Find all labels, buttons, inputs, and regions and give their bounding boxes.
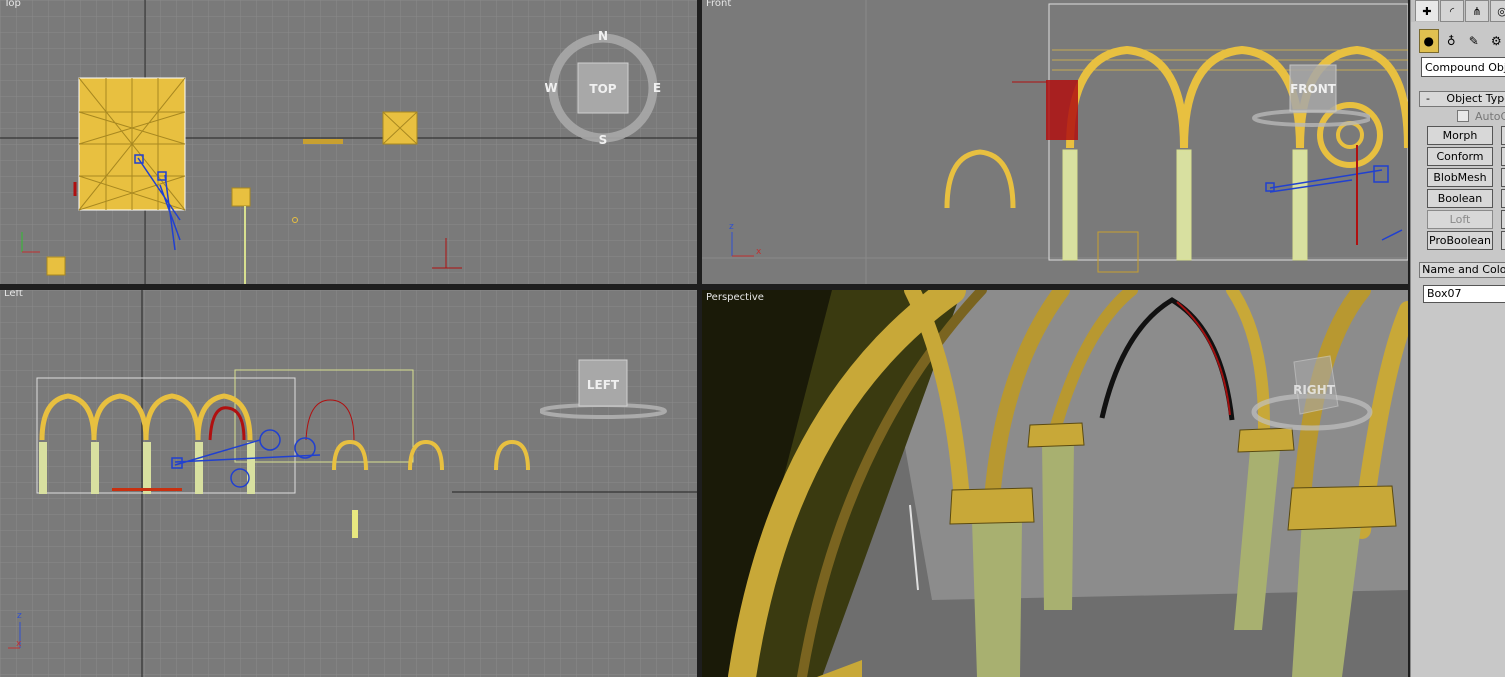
compass-w: W [545,81,558,95]
scatter-button[interactable] [1501,126,1505,145]
viewcube-front[interactable]: FRONT [1250,60,1370,130]
loft-button[interactable]: Loft [1427,210,1493,229]
create-category-row: ● ♁ ✎ ⚙ [1419,29,1505,53]
conform-button[interactable]: Conform [1427,147,1493,166]
create-icon[interactable]: ✚ [1415,0,1439,21]
viewport-perspective[interactable]: Perspective RIGHT [702,290,1408,677]
lights-icon[interactable]: ✎ [1464,29,1484,53]
geometry-icon[interactable]: ● [1419,29,1439,53]
front-red-panel [1046,80,1078,140]
shapes-icon[interactable]: ♁ [1442,29,1462,53]
viewport-label-left[interactable]: Left [4,290,23,299]
svg-text:z: z [17,611,22,621]
morph-button[interactable]: Morph [1427,126,1493,145]
command-panel-tabs: ✚ ◜ ⋔ ◎ [1411,0,1505,22]
viewport-top[interactable]: Top TOP N W E S [0,0,697,284]
viewcube-perspective-label: RIGHT [1293,383,1336,397]
viewport-label-top[interactable]: Top [4,0,21,9]
svg-text:x: x [16,639,22,649]
svg-text:x: x [756,247,762,257]
boolean-button[interactable]: Boolean [1427,189,1493,208]
proboolean-button[interactable]: ProBoolean [1427,231,1493,250]
mesher-button[interactable] [1501,210,1505,229]
procutter-button[interactable] [1501,231,1505,250]
motion-icon[interactable]: ◎ [1490,0,1505,22]
left-viewport-scene: z x [0,290,697,677]
autogrid-checkbox[interactable]: AutoGrid [1457,110,1505,123]
compass-e: E [653,81,661,95]
perspective-viewport-scene [702,290,1408,677]
connect-button[interactable] [1501,147,1505,166]
viewport-label-perspective[interactable]: Perspective [706,292,764,303]
shapemerge-button[interactable] [1501,168,1505,187]
command-panel: ✚ ◜ ⋔ ◎ ● ♁ ✎ ⚙ Compound Objects -Object… [1410,0,1505,677]
viewcube-left-label: LEFT [587,378,620,392]
viewcube-top[interactable]: TOP N W E S [545,30,663,146]
object-name-input[interactable]: Box07 [1423,285,1505,303]
name-color-rollout-header[interactable]: - Name and Color [1419,262,1505,278]
compass-n: N [598,30,608,43]
svg-text:z: z [729,222,734,232]
viewcube-front-label: FRONT [1290,82,1337,96]
viewport-left[interactable]: z x Left LEFT [0,290,697,677]
viewport-front[interactable]: z x Front FRONT [702,0,1408,284]
blobmesh-button[interactable]: BlobMesh [1427,168,1493,187]
viewcube-left[interactable]: LEFT [540,358,668,420]
cameras-icon[interactable]: ⚙ [1487,29,1505,53]
compass-s: S [599,133,608,146]
viewport-label-front[interactable]: Front [706,0,731,9]
object-category-dropdown[interactable]: Compound Objects [1421,57,1505,77]
vault-plan-object [78,77,186,211]
viewcube-perspective[interactable]: RIGHT [1250,352,1374,442]
hierarchy-icon[interactable]: ⋔ [1465,0,1489,22]
object-type-rollout-header[interactable]: - Object Type [1419,91,1505,107]
viewcube-top-label: TOP [589,82,616,96]
terrain-button[interactable] [1501,189,1505,208]
front-viewport-scene: z x [702,0,1408,284]
autogrid-checkbox-box[interactable] [1457,110,1469,122]
modify-icon[interactable]: ◜ [1440,0,1464,22]
autogrid-label: AutoGrid [1475,110,1505,123]
